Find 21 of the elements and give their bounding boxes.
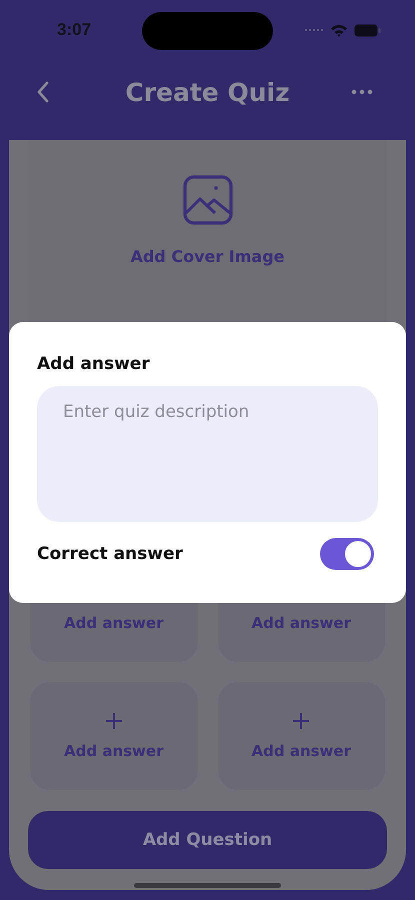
answer-label: Add answer xyxy=(252,742,351,760)
modal-title: Add answer xyxy=(37,354,151,374)
add-question-button[interactable]: Add Question xyxy=(28,811,387,869)
answer-card[interactable]: Add answer xyxy=(218,682,385,790)
answer-card[interactable]: Add answer xyxy=(30,682,198,790)
image-icon xyxy=(182,175,232,225)
back-icon[interactable] xyxy=(36,81,50,103)
answer-label: Add answer xyxy=(64,614,164,632)
screen-title: Create Quiz xyxy=(125,78,290,106)
more-icon[interactable] xyxy=(351,89,373,95)
signal-icon xyxy=(304,28,324,32)
plus-icon xyxy=(292,712,310,730)
plus-icon xyxy=(104,712,123,730)
battery-icon xyxy=(354,24,381,36)
cover-label: Add Cover Image xyxy=(130,247,285,266)
answer-label: Add answer xyxy=(252,614,351,632)
description-field[interactable]: Enter quiz description xyxy=(37,386,378,522)
answer-label: Add answer xyxy=(64,742,164,760)
status-time: 3:07 xyxy=(57,20,92,40)
correct-toggle[interactable] xyxy=(320,538,374,570)
wifi-icon xyxy=(330,24,348,36)
